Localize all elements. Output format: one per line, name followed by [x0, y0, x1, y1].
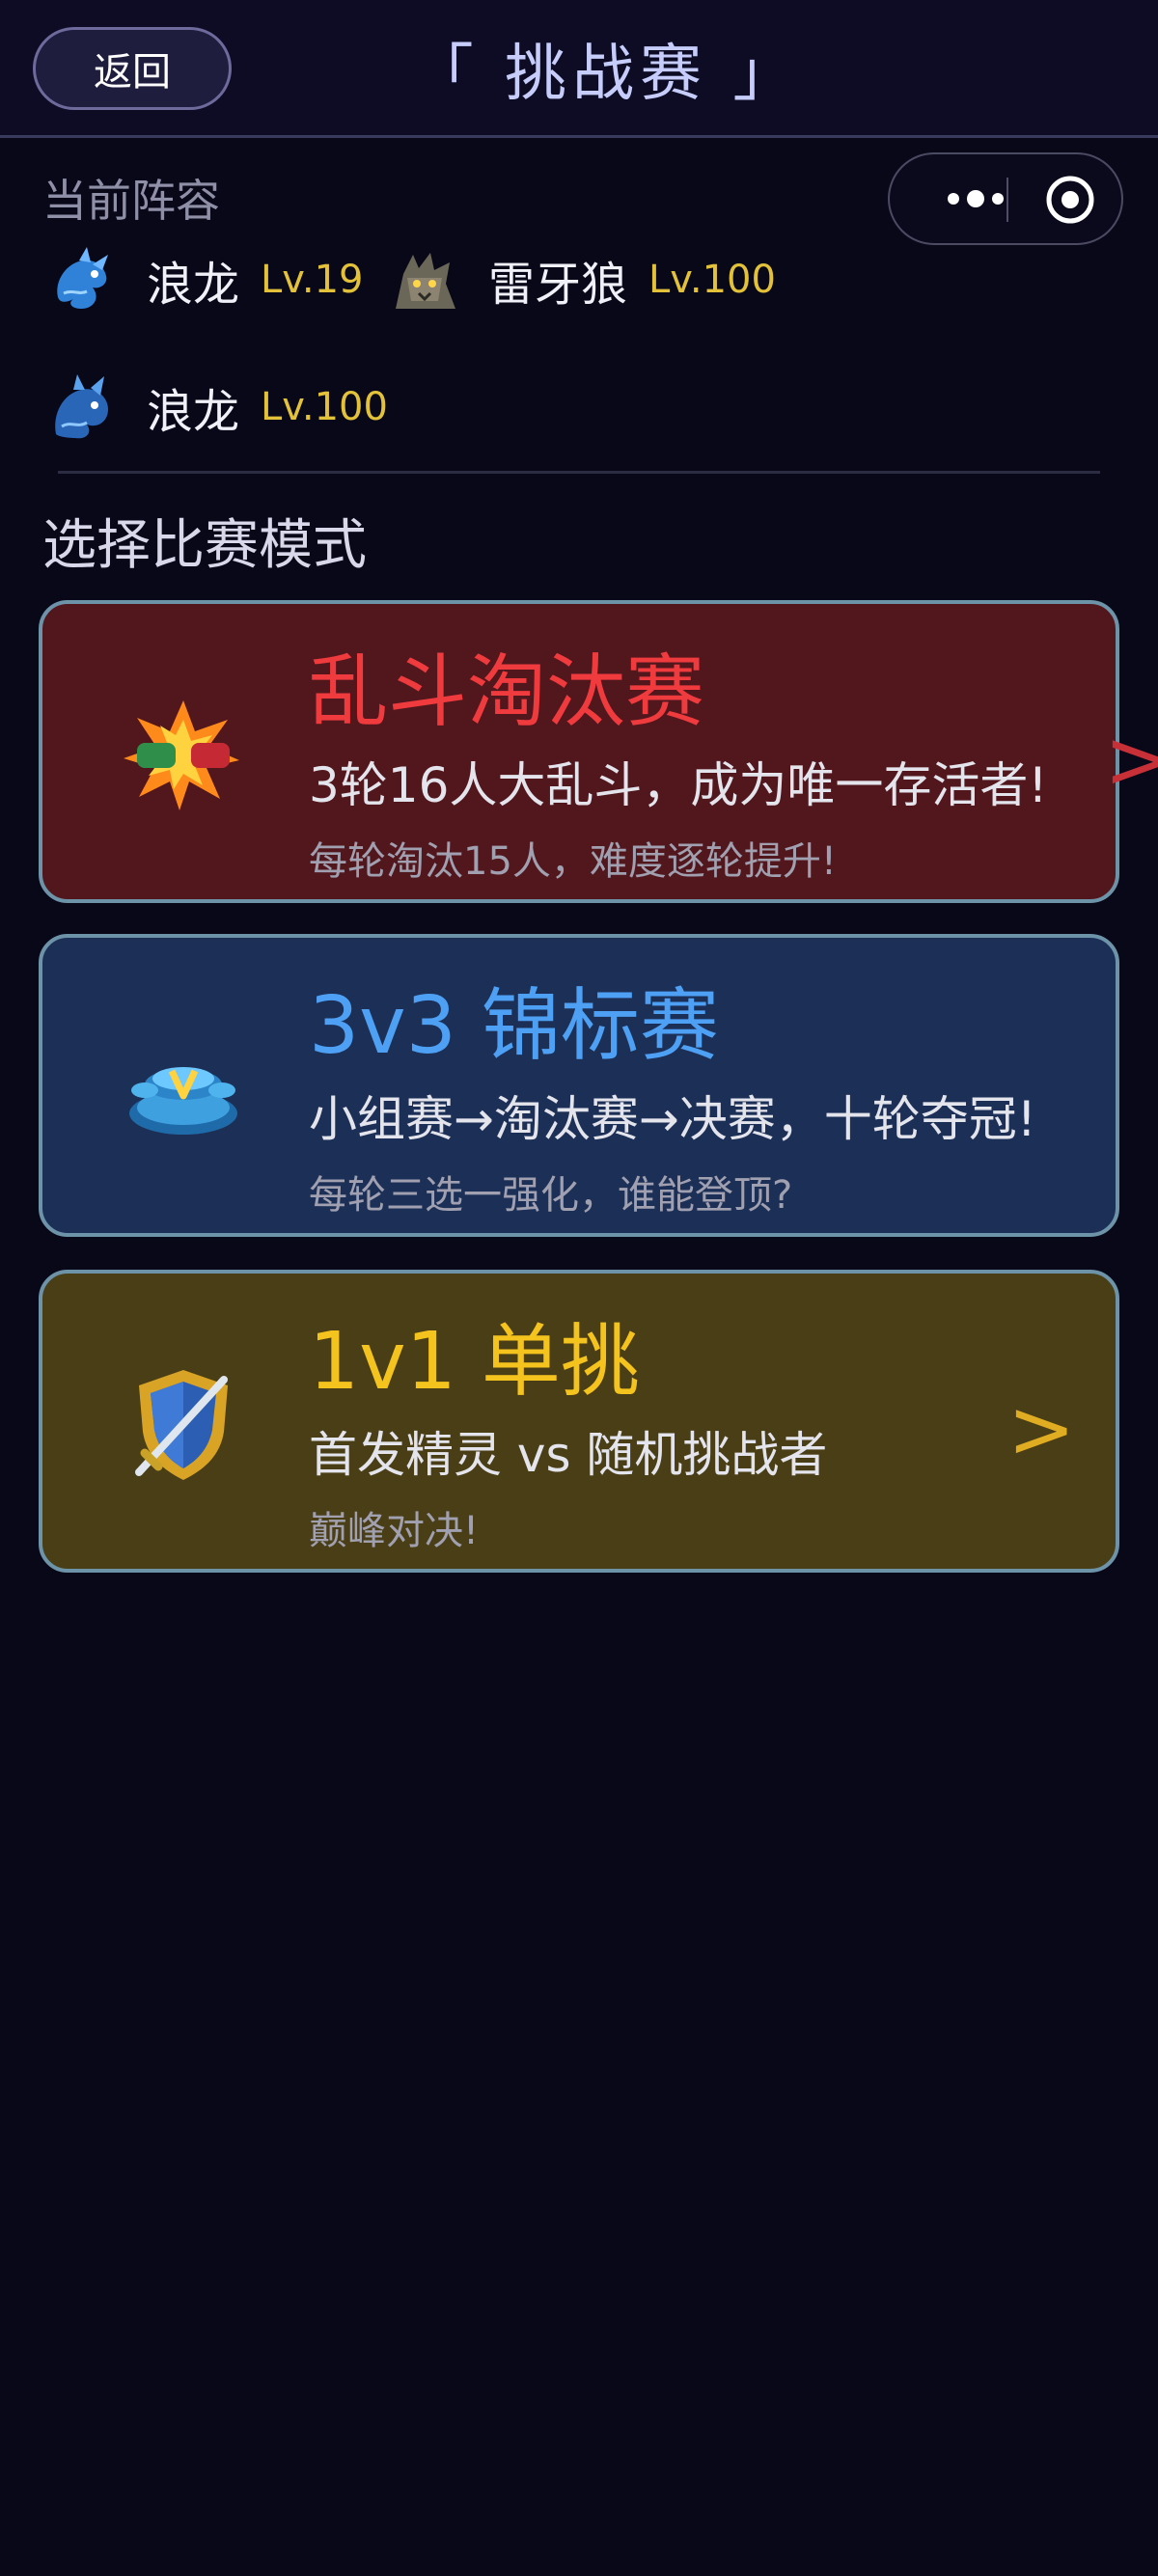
- mode-name: 3v3 锦标赛: [309, 980, 719, 1072]
- member-level: Lv.100: [648, 258, 776, 302]
- chevron-right-icon: >: [1104, 712, 1158, 807]
- blue-dragon-icon: [55, 374, 108, 439]
- tournament-arena-icon: [129, 1067, 237, 1135]
- chevron-right-icon: >: [1007, 1382, 1076, 1476]
- mode-name: 1v1 单挑: [309, 1316, 640, 1408]
- member-name: 雷牙狼: [488, 258, 628, 312]
- brawl-explosion-icon: [124, 700, 239, 810]
- mode-name: 乱斗淘汰赛: [309, 646, 705, 738]
- capsule-divider: [1006, 178, 1008, 222]
- section-divider: [58, 471, 1100, 474]
- thunder-wolf-icon: [396, 253, 455, 309]
- mode-subtext: 巅峰对决!: [309, 1509, 480, 1553]
- mode-subtext: 每轮淘汰15人，难度逐轮提升!: [309, 839, 837, 884]
- lineup-member[interactable]: 雷牙狼 Lv.100: [386, 241, 776, 318]
- more-dots-icon-right: [992, 193, 1004, 205]
- more-dots-icon-center: [967, 190, 984, 207]
- mode-description: 3轮16人大乱斗，成为唯一存活者!: [309, 757, 1048, 813]
- miniprogram-capsule: [888, 152, 1123, 245]
- mode-section-title: 选择比赛模式: [42, 514, 367, 577]
- mode-description: 首发精灵 vs 随机挑战者: [309, 1427, 828, 1483]
- mode-card-brawl[interactable]: 乱斗淘汰赛 3轮16人大乱斗，成为唯一存活者! 每轮淘汰15人，难度逐轮提升! …: [39, 600, 1158, 903]
- header-bar: 返回 「 挑战赛 」: [0, 0, 1158, 138]
- blue-dragon-icon: [57, 247, 108, 309]
- mode-card-tournament[interactable]: 3v3 锦标赛 小组赛→淘汰赛→决赛，十轮夺冠! 每轮三选一强化，谁能登顶?: [39, 934, 1119, 1237]
- mode-description: 小组赛→淘汰赛→决赛，十轮夺冠!: [309, 1091, 1036, 1147]
- lineup-member[interactable]: 浪龙 Lv.100: [44, 369, 388, 446]
- mode-card-duel[interactable]: 1v1 单挑 首发精灵 vs 随机挑战者 巅峰对决! >: [39, 1270, 1119, 1573]
- page-title: 「 挑战赛 」: [411, 39, 801, 110]
- member-name: 浪龙: [147, 385, 240, 439]
- mode-subtext: 每轮三选一强化，谁能登顶?: [309, 1173, 793, 1218]
- more-menu-button[interactable]: [923, 154, 1029, 243]
- close-miniprogram-icon[interactable]: [1044, 174, 1096, 226]
- lineup-title: 当前阵容: [42, 175, 220, 227]
- more-dots-icon: [948, 193, 959, 205]
- member-name: 浪龙: [147, 258, 240, 312]
- shield-sword-icon: [135, 1370, 228, 1480]
- member-level: Lv.19: [261, 258, 364, 302]
- member-level: Lv.100: [261, 385, 388, 429]
- lineup-member[interactable]: 浪龙 Lv.19: [44, 241, 363, 318]
